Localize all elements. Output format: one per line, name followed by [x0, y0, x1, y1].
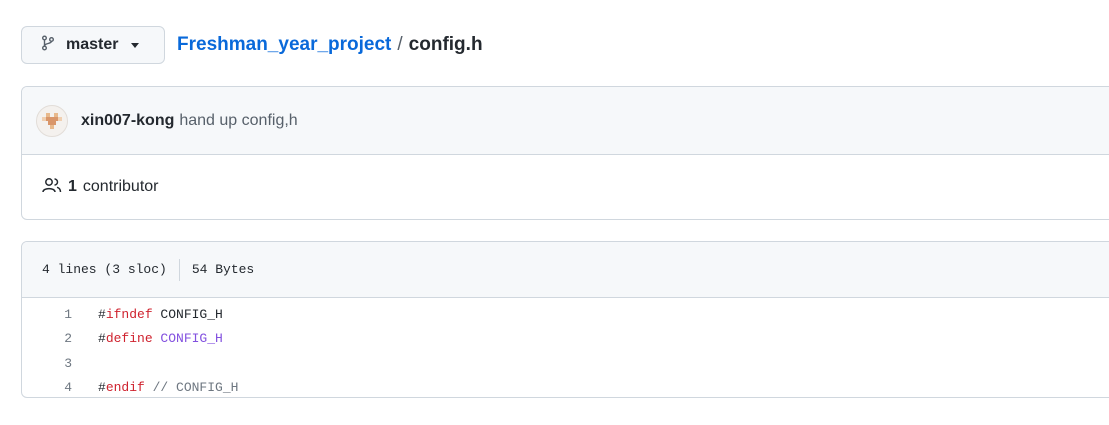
macro-name: CONFIG_H — [152, 306, 223, 322]
commit-text: xin007-kong hand up config,h — [81, 112, 298, 130]
code-line: 2 # define CONFIG_H — [22, 327, 1109, 352]
contributors-row[interactable]: 1 contributor — [22, 155, 1109, 219]
line-number[interactable]: 1 — [22, 307, 98, 322]
chevron-down-icon — [131, 42, 140, 48]
directive-hash: # — [98, 380, 106, 396]
git-branch-icon — [41, 35, 55, 56]
line-number[interactable]: 3 — [22, 356, 98, 371]
code-block: 1 # ifndef CONFIG_H 2 # define CONFIG_H 3 … — [22, 298, 1109, 398]
code-comment: // CONFIG_H — [144, 380, 239, 396]
directive-keyword: ifndef — [105, 306, 153, 322]
file-info-bar: 4 lines (3 sloc) 54 Bytes — [22, 242, 1109, 298]
repo-link[interactable]: Freshman_year_project — [177, 34, 391, 56]
breadcrumb: Freshman_year_project / config.h — [177, 34, 483, 56]
branch-label: master — [66, 36, 119, 53]
file-size: 54 Bytes — [191, 262, 255, 277]
macro-name: CONFIG_H — [152, 331, 223, 347]
directive-hash: # — [98, 331, 106, 347]
file-info-divider — [178, 258, 180, 281]
contributor-count: 1 — [68, 178, 77, 195]
file-name: config.h — [408, 34, 483, 55]
directive-keyword: endif — [105, 380, 145, 396]
line-number[interactable]: 4 — [22, 380, 98, 395]
avatar[interactable] — [36, 104, 68, 137]
commit-message[interactable]: hand up config,h — [179, 112, 297, 129]
code-line: 3 — [22, 351, 1109, 376]
file-viewer: 4 lines (3 sloc) 54 Bytes 1 # ifndef CONF… — [21, 241, 1109, 398]
contributor-label: contributor — [82, 178, 159, 195]
directive-hash: # — [98, 306, 106, 322]
commit-author[interactable]: xin007-kong — [81, 112, 174, 129]
commit-box: xin007-kong hand up config,h 1 contributo… — [21, 86, 1109, 220]
latest-commit: xin007-kong hand up config,h — [22, 87, 1109, 155]
people-icon — [42, 177, 62, 198]
breadcrumb-separator: / — [397, 34, 403, 55]
branch-select-button[interactable]: master — [21, 26, 165, 64]
directive-keyword: define — [105, 331, 153, 347]
code-line: 4 # endif // CONFIG_H — [22, 376, 1109, 398]
code-line: 1 # ifndef CONFIG_H — [22, 302, 1109, 327]
line-number[interactable]: 2 — [22, 331, 98, 346]
line-count: 4 lines (3 sloc) — [42, 262, 167, 277]
